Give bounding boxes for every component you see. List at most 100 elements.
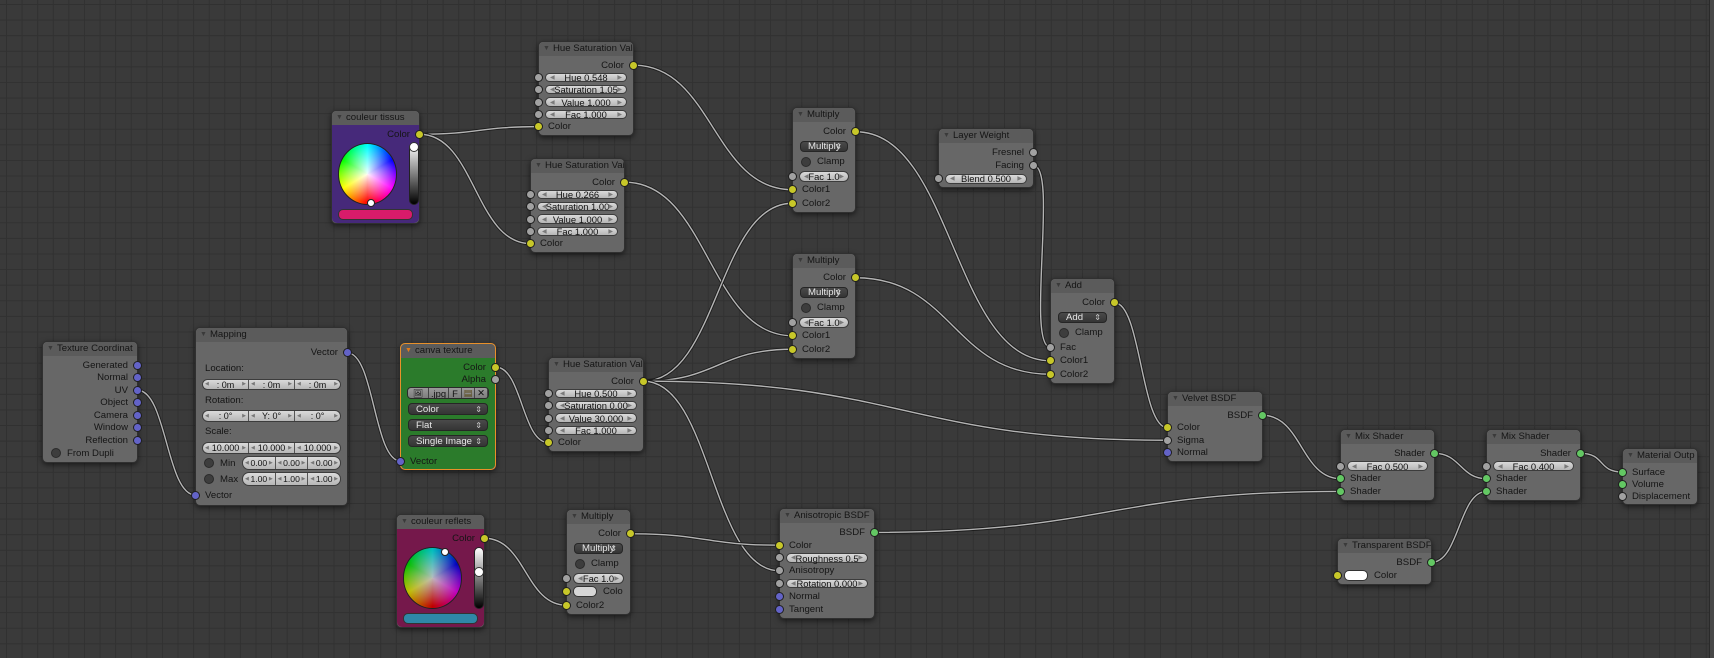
node-link[interactable] [419,133,531,245]
vector-socket[interactable] [133,385,142,395]
node-link[interactable] [633,64,793,191]
decrement-arrow-icon[interactable]: ◀ [297,413,301,419]
node-header[interactable]: ▼ couleur reflets [397,515,484,529]
collapse-triangle-icon[interactable]: ▼ [1342,539,1349,553]
shader-socket[interactable] [1618,467,1627,477]
value-slider-hue[interactable]: ◀ ▶ Hue 0.266 [537,189,618,200]
node-layer[interactable]: ▼ Layer Weight Fresnel Facing ◀ ▶ Blend 0.500 [934,128,1038,188]
node-mult1[interactable]: ▼ Multiply Color Multiply ⇕ Clamp ◀ ▶ Fac 1.0 Col… [788,107,860,213]
node-canva[interactable]: ▼ canva texture Color Alpha 🖼 .jpg F ▤ ✕ Color ⇕ Fl… [396,343,500,470]
node-mult3[interactable]: ▼ Multiply Color Multiply ⇕ Clamp ◀ ▶ Fac 1.0 Col… [562,509,635,615]
node-link[interactable] [1262,413,1341,481]
node-link[interactable] [1434,451,1487,481]
node-link[interactable] [137,388,196,497]
increment-arrow-icon[interactable]: ▶ [288,413,292,419]
increment-arrow-icon[interactable]: ▶ [617,111,622,118]
shader-socket[interactable] [1336,486,1345,496]
node-header[interactable]: ▼ canva texture [401,344,495,358]
node-link[interactable] [624,181,793,337]
node-hsv3[interactable]: ▼ Hue Saturation Val Color ◀ ▶ Hue 0.500 ◀ ▶ Sat… [544,357,648,452]
node-output[interactable]: ▼ Material Outp Surface Volume Displacement [1618,448,1698,505]
value-socket[interactable] [544,388,553,398]
decrement-arrow-icon[interactable]: ◀ [310,460,314,466]
vector-component-field[interactable]: ◀ ▶: 0m [295,380,340,389]
checkbox[interactable] [51,448,61,459]
increment-arrow-icon[interactable]: ▶ [301,476,305,482]
shader-socket[interactable] [1482,486,1491,496]
decrement-arrow-icon[interactable]: ◀ [791,554,796,561]
value-socket[interactable] [534,72,543,82]
color-swatch[interactable] [403,612,478,624]
vector-socket[interactable] [775,604,784,614]
node-link[interactable] [633,63,793,192]
vector-component-field[interactable]: ◀ ▶: 0m [203,380,249,389]
color-socket[interactable] [639,376,648,386]
color-socket[interactable] [1163,423,1172,433]
node-link[interactable] [1032,163,1052,349]
increment-arrow-icon[interactable]: ▶ [334,381,338,387]
value-socket[interactable] [544,413,553,423]
decrement-arrow-icon[interactable]: ◀ [560,402,565,409]
node-link[interactable] [419,132,531,246]
collapse-triangle-icon[interactable]: ▼ [543,42,550,56]
increment-arrow-icon[interactable]: ▶ [839,319,844,326]
vector-socket[interactable] [133,435,142,445]
node-header[interactable]: ▼ Material Outp [1623,449,1697,463]
decrement-arrow-icon[interactable]: ◀ [550,111,555,118]
node-link[interactable] [419,125,539,136]
increment-arrow-icon[interactable]: ▶ [334,460,338,466]
dropdown-select[interactable]: Multiply ⇕ [800,286,848,298]
vector-socket[interactable] [343,348,352,358]
collapse-triangle-icon[interactable]: ▼ [1627,449,1634,463]
value-socket[interactable] [534,85,543,95]
node-hsv2[interactable]: ▼ Hue Saturation Val Color ◀ ▶ Hue 0.266 ◀ ▶ Sat… [526,158,629,253]
value-socket[interactable] [775,566,784,576]
color-socket[interactable] [851,127,860,137]
increment-arrow-icon[interactable]: ▶ [242,413,246,419]
decrement-arrow-icon[interactable]: ◀ [550,74,555,81]
color-socket[interactable] [775,540,784,550]
increment-arrow-icon[interactable]: ▶ [608,191,613,198]
increment-arrow-icon[interactable]: ▶ [288,445,292,451]
node-link[interactable] [1580,451,1623,474]
decrement-arrow-icon[interactable]: ◀ [550,99,555,106]
checkbox[interactable] [204,474,214,485]
color-socket[interactable] [415,129,424,139]
value-slider-hue[interactable]: ◀ ▶ Hue 0.500 [555,388,637,399]
collapse-triangle-icon[interactable]: ▼ [797,254,804,268]
decrement-arrow-icon[interactable]: ◀ [542,191,547,198]
vector-component-field[interactable]: ◀ ▶ 1.00 [243,473,276,486]
node-header[interactable]: ▼ Mapping [196,328,347,342]
value-socket[interactable] [1029,161,1038,170]
node-add[interactable]: ▼ Add Color Add ⇕ Clamp Fac Color1 Color2 [1046,278,1119,384]
color-socket[interactable] [626,529,635,539]
vector-component-field[interactable]: ◀ ▶ 1.00 [308,473,340,486]
increment-arrow-icon[interactable]: ▶ [617,86,622,93]
increment-arrow-icon[interactable]: ▶ [1017,175,1022,182]
node-mix1[interactable]: ▼ Mix Shader Shader ◀ ▶ Fac 0.500 Shader Shader [1336,429,1439,501]
color-wheel[interactable] [403,546,463,609]
value-socket[interactable] [1482,461,1491,471]
value-socket[interactable] [788,171,797,181]
shader-socket[interactable] [1258,410,1267,420]
increment-arrow-icon[interactable]: ▶ [334,413,338,419]
color-socket[interactable] [480,533,489,543]
value-socket[interactable] [526,202,535,212]
value-slider-saturation[interactable]: ◀ ▶ Saturation 0.00 [555,400,637,411]
node-link[interactable] [137,389,196,496]
value-slider-roughness[interactable]: ◀ ▶ Roughness 0.5 [786,553,868,564]
color-socket[interactable] [526,239,535,249]
value-socket[interactable] [1618,491,1627,501]
fake-user-button[interactable]: F [449,388,462,398]
node-link[interactable] [630,532,780,547]
node-link[interactable] [643,380,1168,441]
shader-socket[interactable] [1482,474,1491,484]
vector-socket[interactable] [1163,448,1172,458]
node-link[interactable] [630,533,780,546]
node-header[interactable]: ▼ Anisotropic BSDF [780,509,874,523]
value-slider-value[interactable]: ◀ ▶ Value 1.000 [537,214,618,225]
node-header[interactable]: ▼ Multiply [793,108,855,122]
decrement-arrow-icon[interactable]: ◀ [1498,463,1503,470]
node-link[interactable] [1431,490,1487,564]
collapse-triangle-icon[interactable]: ▼ [47,342,54,356]
